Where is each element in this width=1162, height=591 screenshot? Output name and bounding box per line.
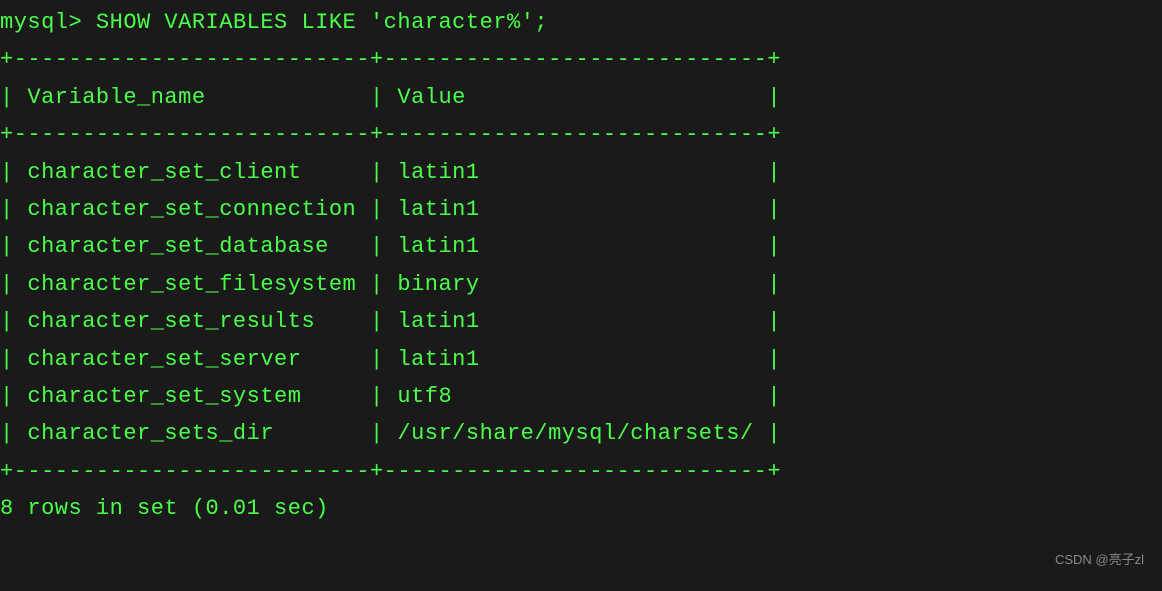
- table-row: | character_set_connection | latin1 |: [0, 197, 781, 222]
- table-border-top: +--------------------------+------------…: [0, 47, 781, 72]
- table-border-mid: +--------------------------+------------…: [0, 122, 781, 147]
- table-row: | character_set_client | latin1 |: [0, 160, 781, 185]
- table-row: | character_set_database | latin1 |: [0, 234, 781, 259]
- result-summary: 8 rows in set (0.01 sec): [0, 496, 329, 521]
- mysql-prompt: mysql>: [0, 10, 96, 35]
- table-row: | character_set_system | utf8 |: [0, 384, 781, 409]
- table-row: | character_set_filesystem | binary |: [0, 272, 781, 297]
- table-row: | character_set_results | latin1 |: [0, 309, 781, 334]
- terminal-output: mysql> SHOW VARIABLES LIKE 'character%';…: [0, 4, 1162, 527]
- watermark-text: CSDN @亮子zl: [1055, 549, 1144, 571]
- table-header-row: | Variable_name | Value |: [0, 85, 781, 110]
- table-row: | character_set_server | latin1 |: [0, 347, 781, 372]
- table-border-bottom: +--------------------------+------------…: [0, 459, 781, 484]
- table-row: | character_sets_dir | /usr/share/mysql/…: [0, 421, 781, 446]
- sql-command: SHOW VARIABLES LIKE 'character%';: [96, 10, 548, 35]
